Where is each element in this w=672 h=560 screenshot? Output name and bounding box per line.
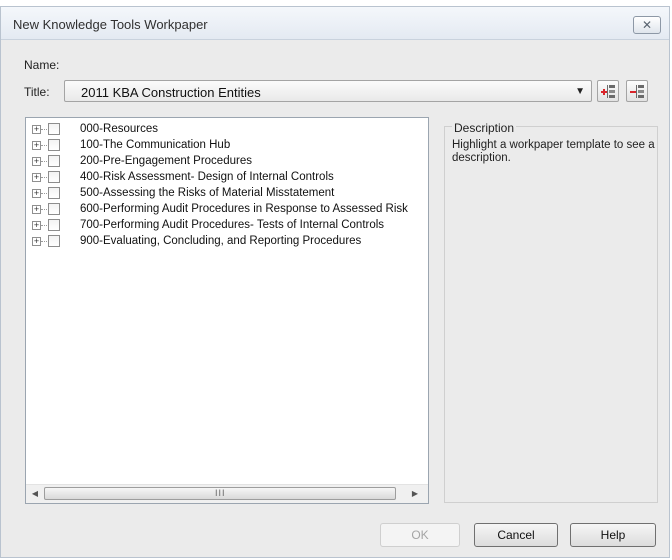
remove-template-button[interactable] (626, 80, 648, 102)
window-title: New Knowledge Tools Workpaper (13, 17, 208, 32)
tree-item-label: 100-The Communication Hub (80, 139, 231, 151)
description-title: Description (452, 121, 517, 135)
title-dropdown-value: 2011 KBA Construction Entities (81, 85, 261, 100)
scrollbar-thumb[interactable]: III (44, 487, 396, 500)
expand-icon[interactable]: + (32, 189, 41, 198)
description-panel (444, 126, 658, 503)
tree-item-label: 000-Resources (80, 123, 158, 135)
tree-item-label: 700-Performing Audit Procedures- Tests o… (80, 219, 385, 231)
expand-icon[interactable]: + (32, 141, 41, 150)
remove-template-icon (630, 85, 644, 98)
title-bar[interactable]: New Knowledge Tools Workpaper ✕ (1, 7, 669, 40)
expand-icon[interactable]: + (32, 157, 41, 166)
tree-item[interactable]: + 500-Assessing the Risks of Material Mi… (26, 186, 426, 202)
tree-item-checkbox[interactable] (48, 139, 60, 151)
add-template-icon (601, 85, 615, 98)
close-icon: ✕ (641, 18, 653, 32)
tree-item[interactable]: + 600-Performing Audit Procedures in Res… (26, 202, 426, 218)
scroll-left-icon[interactable]: ◀ (28, 487, 42, 501)
tree-item-checkbox[interactable] (48, 187, 60, 199)
dropdown-arrow-icon[interactable]: ▼ (575, 86, 585, 97)
tree-item-label: 500-Assessing the Risks of Material Miss… (80, 187, 335, 199)
tree-item-label: 900-Evaluating, Concluding, and Reportin… (80, 235, 362, 247)
tree-item-checkbox[interactable] (48, 171, 60, 183)
tree-item[interactable]: + 200-Pre-Engagement Procedures (26, 154, 426, 170)
tree-item-label: 400-Risk Assessment- Design of Internal … (80, 171, 334, 183)
expand-icon[interactable]: + (32, 237, 41, 246)
tree-item[interactable]: + 700-Performing Audit Procedures- Tests… (26, 218, 426, 234)
name-label: Name: (24, 58, 60, 72)
tree-item-label: 200-Pre-Engagement Procedures (80, 155, 252, 167)
add-template-button[interactable] (597, 80, 619, 102)
tree-item-checkbox[interactable] (48, 219, 60, 231)
expand-icon[interactable]: + (32, 205, 41, 214)
template-tree[interactable]: + 000-Resources + 100-The Communication … (25, 117, 429, 504)
title-dropdown[interactable]: 2011 KBA Construction Entities ▼ (64, 80, 592, 102)
tree-item-checkbox[interactable] (48, 155, 60, 167)
ok-button[interactable]: OK (380, 523, 460, 547)
title-label: Title: (24, 85, 50, 99)
tree-item-label: 600-Performing Audit Procedures in Respo… (80, 203, 408, 215)
expand-icon[interactable]: + (32, 173, 41, 182)
scrollbar-grip: III (215, 488, 226, 498)
help-button[interactable]: Help (570, 523, 656, 547)
description-text: Highlight a workpaper template to see a … (452, 139, 655, 164)
tree-item[interactable]: + 100-The Communication Hub (26, 138, 426, 154)
tree-item-checkbox[interactable] (48, 203, 60, 215)
tree-item[interactable]: + 400-Risk Assessment- Design of Interna… (26, 170, 426, 186)
expand-icon[interactable]: + (32, 125, 41, 134)
horizontal-scrollbar[interactable]: ◀ III ▶ (26, 484, 428, 503)
cancel-button[interactable]: Cancel (474, 523, 558, 547)
scroll-right-icon[interactable]: ▶ (408, 487, 422, 501)
tree-item-checkbox[interactable] (48, 123, 60, 135)
tree-item[interactable]: + 900-Evaluating, Concluding, and Report… (26, 234, 426, 250)
expand-icon[interactable]: + (32, 221, 41, 230)
close-button[interactable]: ✕ (633, 16, 661, 34)
tree-item-checkbox[interactable] (48, 235, 60, 247)
tree-item[interactable]: + 000-Resources (26, 122, 426, 138)
